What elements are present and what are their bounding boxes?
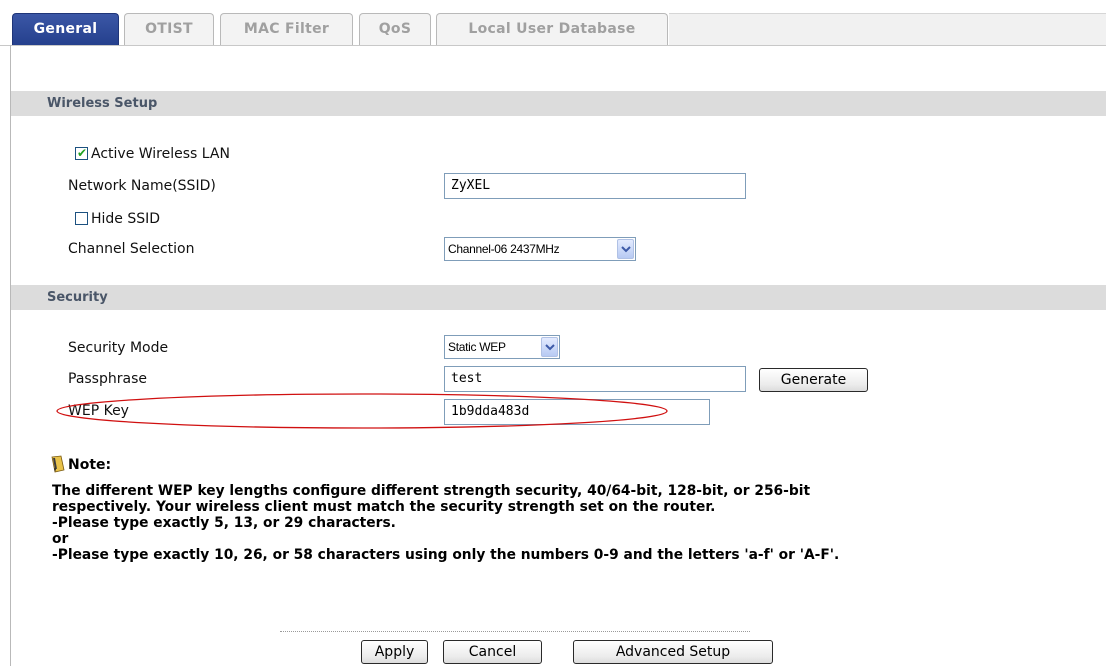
note-line: -Please type exactly 5, 13, or 29 charac…: [52, 515, 396, 531]
security-mode-select[interactable]: Static WEP: [444, 335, 560, 359]
ssid-input[interactable]: ZyXEL: [444, 173, 746, 199]
note-title: Note:: [68, 457, 112, 473]
channel-selection-label: Channel Selection: [68, 241, 195, 257]
wep-key-input[interactable]: 1b9dda483d: [444, 399, 710, 425]
channel-selection-select[interactable]: Channel-06 2437MHz: [444, 237, 636, 261]
apply-button[interactable]: Apply: [361, 640, 428, 664]
ssid-label: Network Name(SSID): [68, 178, 216, 194]
tab-qos[interactable]: QoS: [359, 13, 431, 45]
note-line: The different WEP key lengths configure …: [52, 483, 811, 499]
passphrase-input[interactable]: test: [444, 366, 746, 392]
note-pencil-icon: [50, 455, 66, 477]
tab-general[interactable]: General: [12, 13, 119, 46]
cancel-button[interactable]: Cancel: [443, 640, 542, 664]
security-header: Security: [11, 285, 1106, 310]
active-wireless-lan-label: Active Wireless LAN: [91, 146, 230, 162]
button-divider: [280, 631, 750, 632]
tab-bar-fill: [669, 13, 1106, 46]
hide-ssid-checkbox[interactable]: [75, 212, 88, 225]
note-line: -Please type exactly 10, 26, or 58 chara…: [52, 547, 840, 563]
tab-local-user-database[interactable]: Local User Database: [436, 13, 668, 45]
left-frame-line: [10, 45, 11, 666]
security-mode-value: Static WEP: [448, 340, 506, 354]
security-mode-label: Security Mode: [68, 340, 169, 356]
checkmark-icon: ✔: [77, 146, 88, 160]
note-line: or: [52, 531, 69, 547]
tab-mac-filter[interactable]: MAC Filter: [220, 13, 353, 45]
tab-bar: General OTIST MAC Filter QoS Local User …: [0, 0, 1106, 46]
note-line: respectively. Your wireless client must …: [52, 499, 716, 515]
tab-otist[interactable]: OTIST: [124, 13, 214, 45]
wep-key-label: WEP Key: [68, 403, 129, 419]
generate-button[interactable]: Generate: [759, 368, 868, 392]
chevron-down-icon[interactable]: [617, 239, 634, 259]
hide-ssid-label: Hide SSID: [91, 211, 161, 227]
tab-baseline: [0, 45, 1106, 46]
chevron-down-icon[interactable]: [541, 337, 558, 357]
channel-selection-value: Channel-06 2437MHz: [448, 242, 560, 256]
wireless-setup-header: Wireless Setup: [11, 91, 1106, 116]
passphrase-label: Passphrase: [68, 371, 147, 387]
active-wireless-lan-checkbox[interactable]: ✔: [75, 146, 88, 160]
advanced-setup-button[interactable]: Advanced Setup: [573, 640, 773, 664]
